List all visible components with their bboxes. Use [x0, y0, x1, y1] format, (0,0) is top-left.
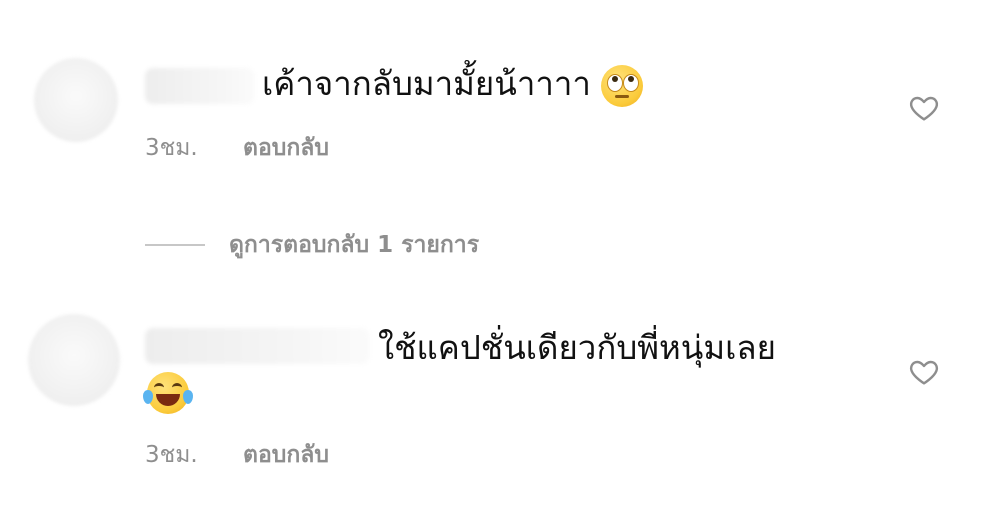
comment-text: เค้าจากลับมามั้ยน้าาาา	[262, 62, 644, 107]
eye-roll-emoji	[601, 64, 644, 107]
avatar[interactable]	[28, 314, 120, 406]
view-replies-divider	[145, 244, 205, 246]
comment-item: ใช้แคปชั่นเดียวกับพี่หนุ่มเลย 3ชม. ตอบกล…	[0, 300, 1000, 510]
comment-text-content: ใช้แคปชั่นเดียวกับพี่หนุ่มเลย	[378, 328, 776, 367]
heart-outline-icon[interactable]	[907, 356, 941, 388]
view-replies-button[interactable]: ดูการตอบกลับ 1 รายการ	[145, 228, 479, 262]
comment-item: เค้าจากลับมามั้ยน้าาาา 3ชม. ตอบกลับ	[0, 0, 1000, 200]
username-blurred[interactable]	[145, 328, 370, 364]
heart-outline-icon[interactable]	[907, 92, 941, 124]
laughing-tears-emoji	[143, 372, 193, 414]
comment-meta: 3ชม. ตอบกลับ	[145, 440, 329, 470]
comment-text: ใช้แคปชั่นเดียวกับพี่หนุ่มเลย	[378, 326, 776, 370]
avatar[interactable]	[34, 58, 118, 142]
reply-button[interactable]: ตอบกลับ	[243, 135, 329, 161]
comment-time: 3ชม.	[145, 135, 198, 161]
comment-text-content: เค้าจากลับมามั้ยน้าาาา	[262, 64, 591, 103]
comment-time: 3ชม.	[145, 442, 198, 468]
username-blurred[interactable]	[145, 68, 255, 104]
view-replies-label: ดูการตอบกลับ 1 รายการ	[229, 232, 480, 258]
reply-button[interactable]: ตอบกลับ	[243, 442, 329, 468]
comment-meta: 3ชม. ตอบกลับ	[145, 133, 329, 163]
